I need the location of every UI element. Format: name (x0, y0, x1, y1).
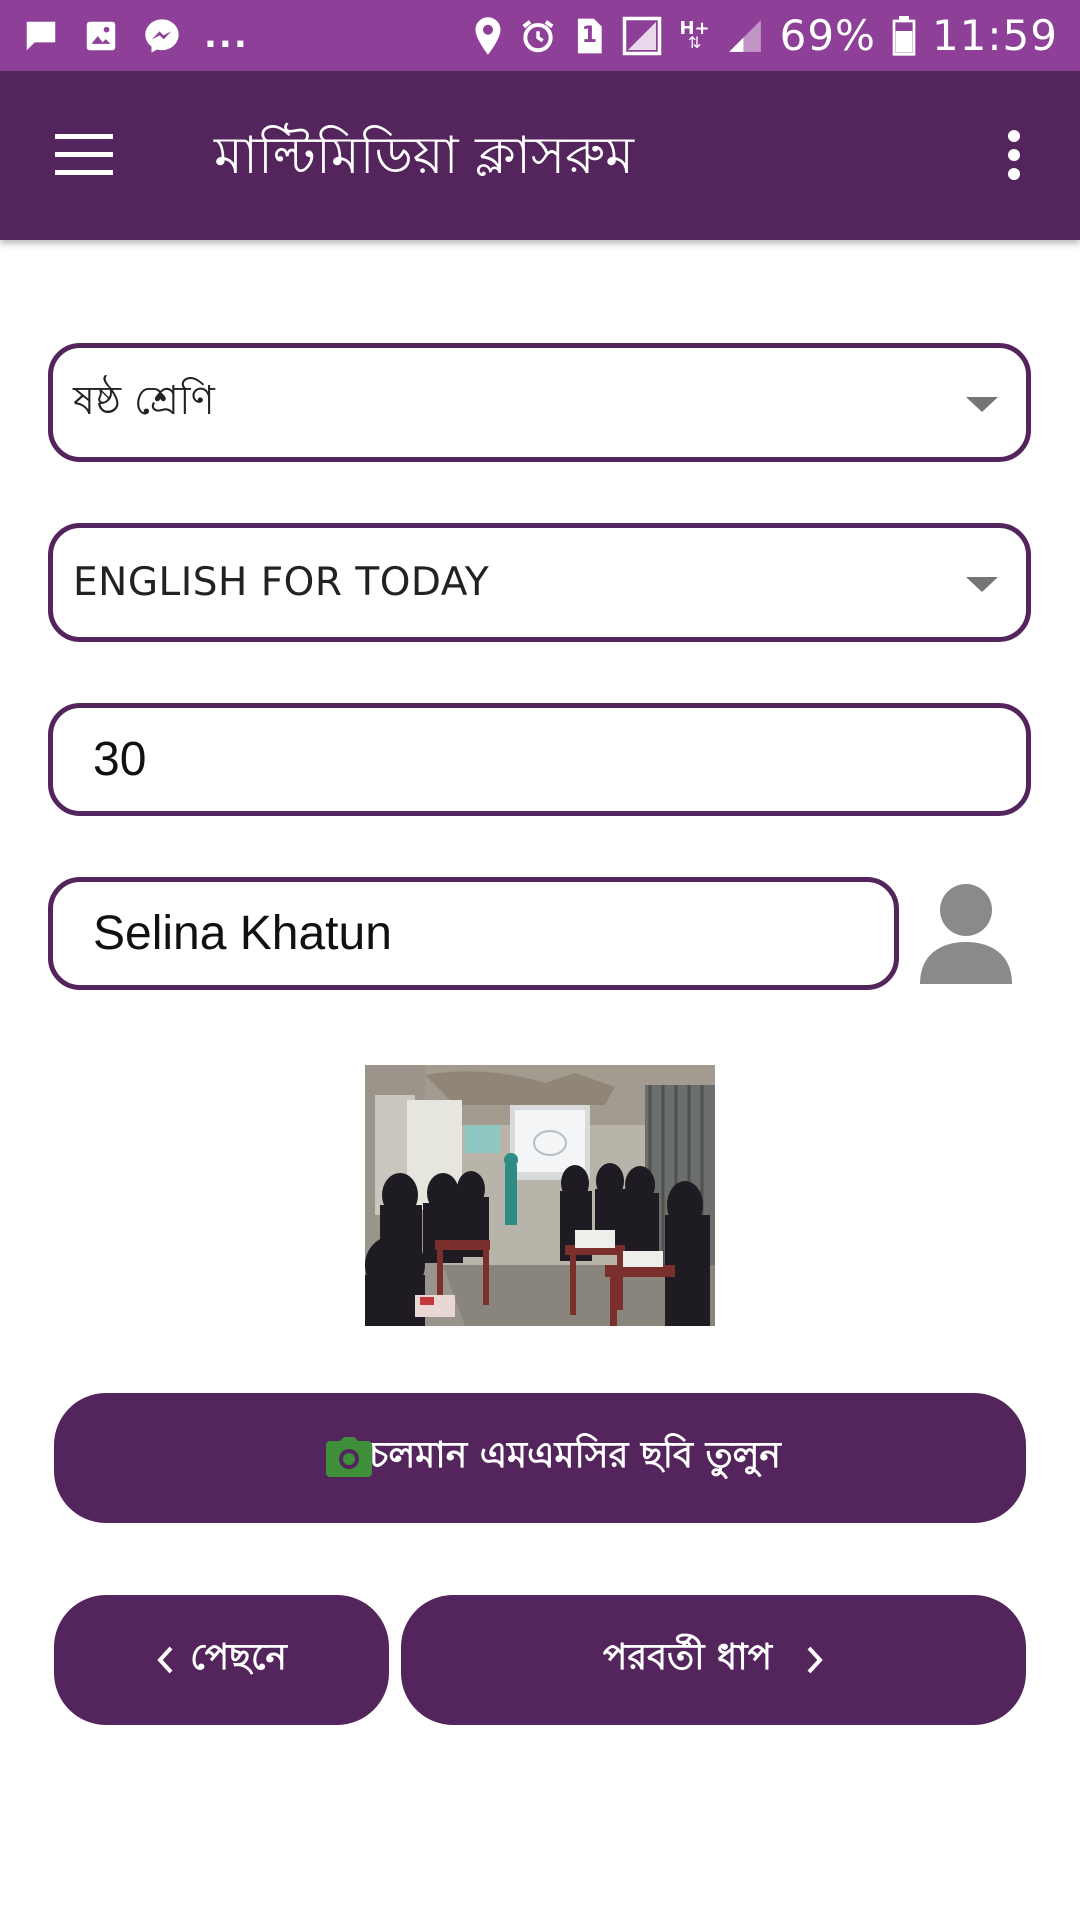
student-count-input[interactable] (53, 708, 1026, 811)
subject-dropdown-value: ENGLISH FOR TODAY (73, 560, 490, 605)
location-icon (473, 16, 503, 56)
status-bar: ... 1 H+ ⇅ 69% 11:59 (0, 0, 1080, 71)
messenger-icon (142, 16, 182, 56)
clock: 11:59 (931, 11, 1058, 60)
back-button[interactable]: পেছনে (54, 1595, 389, 1725)
subject-dropdown[interactable]: ENGLISH FOR TODAY (48, 523, 1031, 642)
app-bar: মাল্টিমিডিয়া ক্লাসরুম (0, 71, 1080, 240)
sim-slot-number: 1 (581, 23, 598, 48)
alarm-icon (519, 17, 557, 55)
app-title: মাল্টিমিডিয়া ক্লাসরুম (214, 126, 635, 186)
image-icon (82, 17, 120, 55)
classroom-photo (365, 1065, 715, 1326)
hamburger-menu-icon[interactable] (42, 123, 126, 187)
network-type-icon: H+ ⇅ (679, 17, 710, 52)
teacher-name-input[interactable] (53, 882, 894, 985)
signal-icon (726, 17, 764, 55)
battery-percent: 69% (779, 11, 876, 60)
notification-icons: ... (0, 16, 249, 56)
chevron-left-icon (156, 1645, 174, 1675)
next-step-button[interactable]: পরবর্তী ধাপ (401, 1595, 1026, 1725)
message-icon (22, 17, 60, 55)
no-signal-sim-icon (621, 15, 663, 57)
chevron-down-icon (966, 396, 998, 412)
take-mmc-photo-label: চলমান এমএমসির ছবি তুলুন (369, 1435, 781, 1476)
back-button-label: পেছনে (190, 1637, 287, 1678)
student-count-field (48, 703, 1031, 816)
take-mmc-photo-button[interactable]: চলমান এমএমসির ছবি তুলুন (54, 1393, 1026, 1523)
system-icons: 1 H+ ⇅ 69% 11:59 (473, 11, 1080, 60)
teacher-name-field (48, 877, 899, 990)
chevron-right-icon (806, 1645, 824, 1675)
camera-icon (326, 1437, 372, 1486)
next-step-button-label: পরবর্তী ধাপ (602, 1637, 773, 1678)
battery-icon (892, 15, 916, 56)
more-notifications-text: ... (204, 15, 249, 56)
chevron-down-icon (966, 576, 998, 592)
class-dropdown[interactable]: ষষ্ঠ শ্রেণি (48, 343, 1031, 462)
overflow-menu-icon[interactable] (990, 123, 1038, 187)
class-dropdown-value: ষষ্ঠ শ্রেণি (73, 378, 215, 424)
sim-icon: 1 (573, 17, 605, 55)
person-icon[interactable] (918, 880, 1014, 984)
